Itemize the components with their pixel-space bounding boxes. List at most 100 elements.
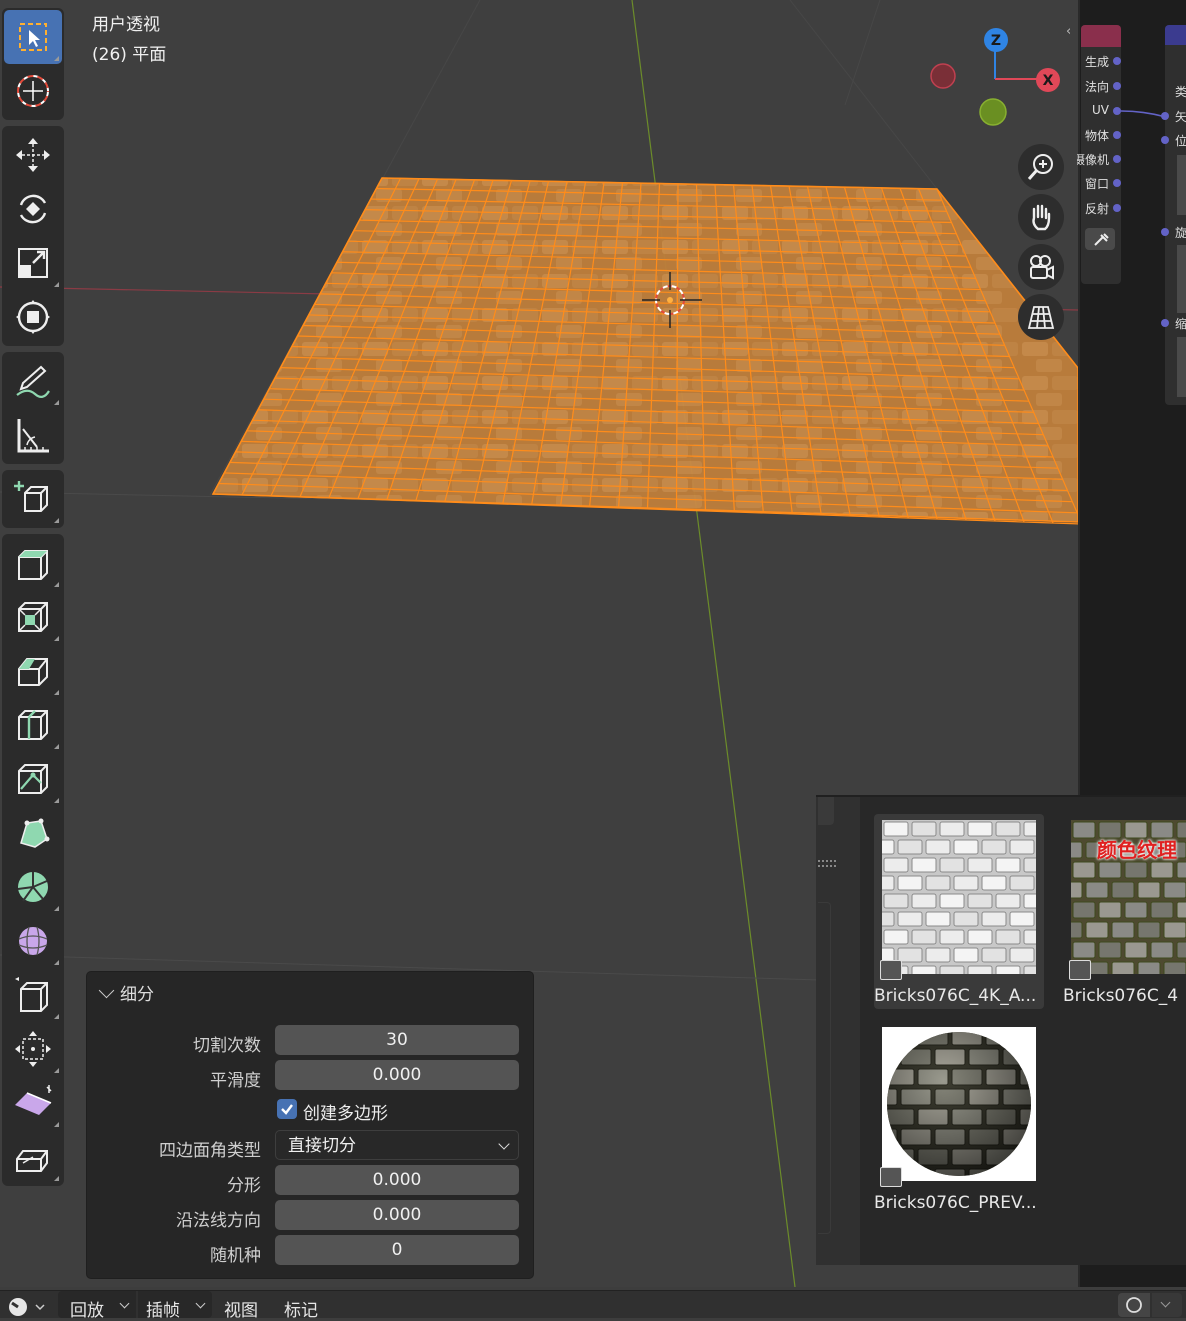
sidebar-tab[interactable] bbox=[818, 797, 834, 825]
rotation-fields[interactable] bbox=[1177, 245, 1186, 313]
bevel-tool[interactable] bbox=[4, 644, 62, 698]
vector-fields[interactable] bbox=[1177, 155, 1186, 215]
poly-build-tool[interactable] bbox=[4, 806, 62, 860]
texture-coordinate-node[interactable]: 生成 法向 UV 物体 摄像机 窗口 反射 bbox=[1077, 25, 1121, 284]
socket-dot[interactable] bbox=[1113, 155, 1121, 163]
node-header[interactable] bbox=[1165, 25, 1186, 45]
asset-item[interactable]: 颜色纹理 Bricks076C_4 bbox=[1063, 814, 1186, 1009]
brick-shape bbox=[1111, 921, 1135, 939]
chevron-down-icon bbox=[98, 982, 115, 999]
measure-icon bbox=[17, 419, 49, 453]
asset-item[interactable]: Bricks076C_PREV... bbox=[874, 1021, 1044, 1216]
keying-menu[interactable]: 插帧 bbox=[138, 1291, 212, 1321]
brick-shape bbox=[1150, 901, 1174, 919]
view-menu[interactable]: 视图 bbox=[224, 1296, 258, 1321]
panel-header[interactable]: 细分 bbox=[98, 980, 154, 1005]
smooth-icon bbox=[18, 926, 48, 956]
shrink-fatten-tool[interactable] bbox=[4, 1022, 62, 1076]
knife-tool[interactable] bbox=[4, 752, 62, 806]
socket-dot[interactable] bbox=[1161, 319, 1169, 327]
brick-shape bbox=[939, 821, 965, 837]
sidebar-collapse-arrow[interactable]: ‹ bbox=[1066, 24, 1078, 39]
zoom-button[interactable] bbox=[1018, 144, 1064, 190]
brick-shape bbox=[1072, 821, 1096, 839]
socket-dot[interactable] bbox=[1113, 131, 1121, 139]
svg-text:Z: Z bbox=[991, 33, 1001, 49]
pan-button[interactable] bbox=[1018, 194, 1064, 240]
brick-shape bbox=[967, 893, 993, 909]
select-box-tool[interactable] bbox=[4, 10, 62, 64]
inset-tool[interactable] bbox=[4, 590, 62, 644]
quad-corner-select[interactable]: 直接切分 bbox=[275, 1130, 519, 1160]
brick-shape bbox=[1023, 857, 1036, 873]
poly-build-icon bbox=[20, 818, 50, 848]
fractal-field[interactable]: 0.000 bbox=[275, 1165, 519, 1195]
transform-tool[interactable] bbox=[4, 290, 62, 344]
socket-dot[interactable] bbox=[1113, 82, 1121, 90]
rip-icon bbox=[16, 1150, 48, 1172]
brick-shape bbox=[911, 857, 937, 873]
socket-dot[interactable] bbox=[1113, 57, 1121, 65]
brick-shape bbox=[1176, 941, 1186, 959]
shear-tool[interactable] bbox=[4, 1076, 62, 1130]
brick-shape bbox=[911, 821, 937, 837]
node-label: 类 bbox=[1175, 85, 1186, 99]
smoothness-field[interactable]: 0.000 bbox=[275, 1060, 519, 1090]
brick-shape bbox=[925, 839, 951, 855]
asset-name: Bricks076C_4K_A... bbox=[874, 986, 1037, 1006]
smooth-tool[interactable] bbox=[4, 914, 62, 968]
brick-shape bbox=[1124, 861, 1148, 879]
brick-shape bbox=[1098, 901, 1122, 919]
perspective-toggle-button[interactable] bbox=[1018, 294, 1064, 340]
keying-options-button[interactable] bbox=[1152, 1293, 1182, 1317]
editor-type-button[interactable] bbox=[6, 1295, 46, 1317]
random-seed-field[interactable]: 0 bbox=[275, 1235, 519, 1265]
extrude-tool[interactable] bbox=[4, 536, 62, 590]
brick-shape bbox=[1176, 861, 1186, 879]
playback-menu[interactable]: 回放 bbox=[58, 1291, 136, 1321]
along-normal-field[interactable]: 0.000 bbox=[275, 1200, 519, 1230]
annotate-tool[interactable] bbox=[4, 354, 62, 408]
move-tool[interactable] bbox=[4, 128, 62, 182]
brick-shape bbox=[1072, 901, 1096, 919]
brick-shape bbox=[1137, 961, 1161, 974]
view-name: 用户透视 bbox=[92, 15, 160, 35]
scale-tool[interactable] bbox=[4, 236, 62, 290]
loop-cut-tool[interactable] bbox=[4, 698, 62, 752]
socket-dot[interactable] bbox=[1161, 112, 1169, 120]
socket-dot[interactable] bbox=[1113, 179, 1121, 187]
socket-dot[interactable] bbox=[1161, 136, 1169, 144]
rip-tool[interactable] bbox=[4, 1130, 62, 1184]
asset-item[interactable]: Bricks076C_4K_A... bbox=[874, 814, 1044, 1009]
brick-shape bbox=[1124, 941, 1148, 959]
eyedropper-button[interactable] bbox=[1085, 228, 1115, 250]
auto-keying-toggle[interactable] bbox=[1118, 1293, 1150, 1317]
edge-slide-tool[interactable] bbox=[4, 968, 62, 1022]
cuts-row: 切割次数 30 bbox=[87, 1025, 533, 1057]
drag-handle-icon[interactable] bbox=[818, 855, 838, 867]
scale-fields[interactable] bbox=[1177, 337, 1186, 397]
brick-shape bbox=[925, 875, 951, 891]
spin-tool[interactable] bbox=[4, 860, 62, 914]
brick-shape bbox=[995, 857, 1021, 873]
brick-shape bbox=[939, 929, 965, 945]
socket-dot[interactable] bbox=[1113, 204, 1121, 212]
socket-dot[interactable] bbox=[1161, 228, 1169, 236]
camera-view-button[interactable] bbox=[1018, 244, 1064, 290]
subdivide-operator-panel: 细分 切割次数 30 平滑度 0.000 创建多边形 四边面角类型 直接切分 分… bbox=[86, 971, 534, 1279]
create-ngons-checkbox[interactable] bbox=[277, 1099, 297, 1119]
add-cube-tool[interactable] bbox=[4, 472, 62, 526]
rotate-tool[interactable] bbox=[4, 182, 62, 236]
quad-corner-value: 直接切分 bbox=[288, 1136, 356, 1156]
eyedropper-icon bbox=[1094, 233, 1109, 246]
cursor-tool[interactable] bbox=[4, 64, 62, 118]
mapping-node[interactable]: 类 矢 位 旋 缩 bbox=[1161, 25, 1186, 405]
cursor-icon bbox=[17, 75, 49, 107]
measure-tool[interactable] bbox=[4, 408, 62, 462]
cuts-field[interactable]: 30 bbox=[275, 1025, 519, 1055]
svg-text:X: X bbox=[1043, 73, 1054, 89]
brick-shape bbox=[1150, 861, 1174, 879]
node-header[interactable] bbox=[1081, 25, 1121, 47]
cuts-label: 切割次数 bbox=[193, 1036, 261, 1056]
marker-menu[interactable]: 标记 bbox=[284, 1296, 318, 1321]
